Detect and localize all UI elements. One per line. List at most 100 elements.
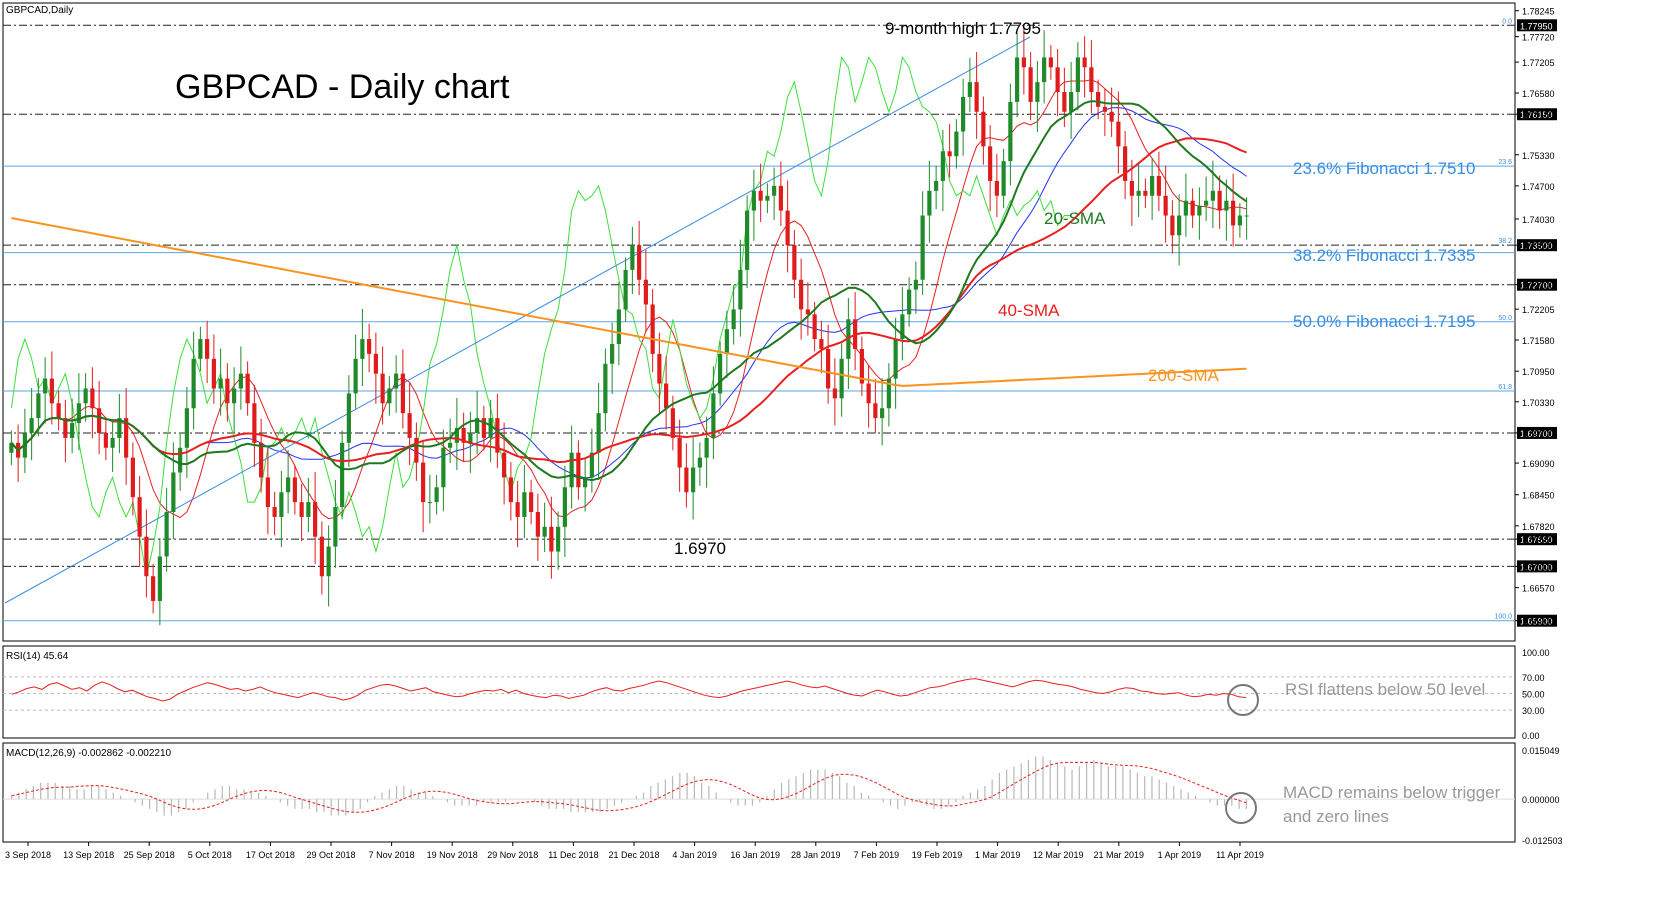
price-tick-label: 1.76150 xyxy=(1522,110,1555,120)
candle-body xyxy=(1075,57,1080,92)
candle-body xyxy=(245,373,250,404)
candle-body xyxy=(488,418,493,438)
fib-23-label: 23.6% Fibonacci 1.7510 xyxy=(1293,159,1475,178)
candle-body xyxy=(576,452,581,488)
candle-body xyxy=(43,378,48,394)
candle-body xyxy=(1096,92,1101,107)
candle-body xyxy=(596,413,601,453)
date-axis: 3 Sep 2018 13 Sep 2018 25 Sep 2018 5 Oct 20… xyxy=(5,842,1264,860)
candle-body xyxy=(799,279,804,310)
candle-body xyxy=(184,408,189,448)
candle-body xyxy=(387,388,392,404)
macd-tick-label: -0.012503 xyxy=(1522,836,1563,846)
candle-body xyxy=(265,477,270,508)
rsi-annotation: RSI flattens below 50 level xyxy=(1285,680,1485,699)
candle-body xyxy=(205,339,210,359)
candle-body xyxy=(731,309,736,330)
candle-body xyxy=(441,447,446,488)
candle-body xyxy=(650,304,655,354)
candle-body xyxy=(535,512,540,537)
candle-body xyxy=(70,423,75,438)
candle-body xyxy=(684,467,689,493)
candle-body xyxy=(927,190,932,216)
candle-body xyxy=(778,185,783,211)
candle-body xyxy=(225,378,230,404)
candle-body xyxy=(238,373,243,389)
price-tick-label: 1.77720 xyxy=(1522,33,1555,43)
candle-body xyxy=(562,487,567,527)
candle-body xyxy=(718,353,723,394)
candle-body xyxy=(1170,215,1175,236)
candle-body xyxy=(1217,190,1222,211)
rsi-line xyxy=(11,678,1247,702)
fib-level-tag: 100.0 xyxy=(1494,614,1512,621)
candle-body xyxy=(90,388,95,409)
rsi-label: RSI(14) 45.64 xyxy=(6,651,69,662)
candle-body xyxy=(1042,57,1047,83)
candle-body xyxy=(866,383,871,404)
chart-window: 0.0 1.77950 1.76150 23.6 38.2 1.73500 1.72700 5… xyxy=(0,0,1662,919)
candle-body xyxy=(502,452,507,478)
candle-body xyxy=(1021,57,1026,68)
candle-body xyxy=(1048,57,1053,68)
candle-body xyxy=(380,373,385,404)
candle-body xyxy=(171,472,176,512)
candle-body xyxy=(643,279,648,305)
date-tick-label: 21 Dec 2018 xyxy=(608,850,659,860)
candle-body xyxy=(292,477,297,503)
candle-body xyxy=(812,314,817,340)
date-tick-label: 13 Sep 2018 xyxy=(63,850,114,860)
candle-body xyxy=(1183,200,1188,216)
fib-level-tag: 61.8 xyxy=(1498,384,1512,391)
candle-body xyxy=(1190,200,1195,216)
date-tick-label: 5 Oct 2018 xyxy=(188,850,232,860)
candle-body xyxy=(1136,190,1141,196)
candle-body xyxy=(421,462,426,503)
macd-highlight-circle xyxy=(1225,792,1257,824)
candle-body xyxy=(333,507,338,547)
price-tick-label: 1.77205 xyxy=(1522,58,1555,68)
rsi-tick-label: 30.00 xyxy=(1522,706,1545,716)
candle-body xyxy=(724,329,729,354)
candle-body xyxy=(434,487,439,503)
candle-body xyxy=(1082,57,1087,68)
low-1-6970-label: 1.6970 xyxy=(674,539,726,558)
ichimoku-cloud xyxy=(10,56,1247,577)
candle-body xyxy=(414,437,419,463)
candle-body xyxy=(400,373,405,414)
candle-body xyxy=(178,447,183,473)
macd-tick-label: 0.000000 xyxy=(1522,795,1560,805)
candle-body xyxy=(313,502,318,537)
date-tick-label: 21 Mar 2019 xyxy=(1094,850,1145,860)
macd-signal-line xyxy=(11,761,1247,813)
price-tick-label: 1.71580 xyxy=(1522,336,1555,346)
date-tick-label: 17 Oct 2018 xyxy=(246,850,295,860)
date-tick-label: 11 Dec 2018 xyxy=(548,850,598,860)
candle-body xyxy=(36,393,41,419)
candle-body xyxy=(1231,200,1236,226)
candle-body xyxy=(340,442,345,508)
candle-body xyxy=(272,507,277,517)
candle-body xyxy=(657,353,662,384)
candle-body xyxy=(1116,121,1121,147)
date-tick-label: 7 Feb 2019 xyxy=(854,850,900,860)
candle-body xyxy=(758,190,763,201)
price-tick-label: 1.74700 xyxy=(1522,182,1555,192)
candle-body xyxy=(947,151,952,157)
candle-body xyxy=(1143,190,1148,196)
date-tick-label: 4 Jan 2019 xyxy=(672,850,717,860)
macd-label: MACD(12,26,9) -0.002862 -0.002210 xyxy=(6,748,172,759)
candle-body xyxy=(151,576,156,601)
candle-body xyxy=(1008,101,1013,162)
candle-body xyxy=(353,358,358,394)
candle-body xyxy=(630,245,635,270)
candle-body xyxy=(97,408,102,433)
candle-body xyxy=(623,269,628,310)
candle-body xyxy=(1156,176,1161,196)
candle-body xyxy=(49,378,54,404)
candle-body xyxy=(765,195,770,201)
candle-body xyxy=(839,358,844,399)
candle-body xyxy=(670,408,675,438)
candle-body xyxy=(677,437,682,468)
fib-50-label: 50.0% Fibonacci 1.7195 xyxy=(1293,312,1475,331)
